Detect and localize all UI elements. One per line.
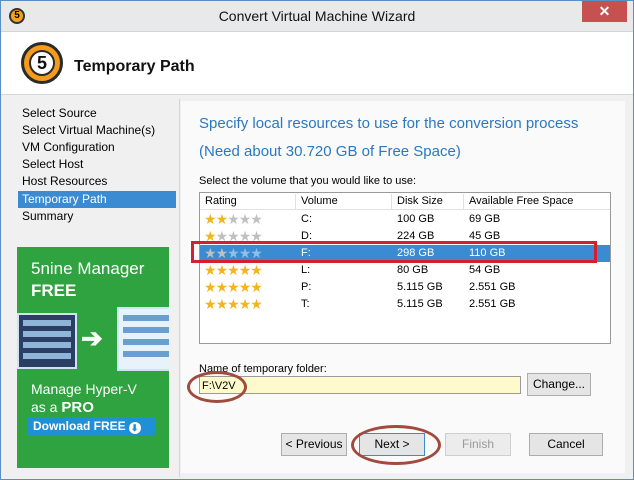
rating-stars-icon: ★★★★★	[204, 296, 263, 312]
column-header-volume[interactable]: Volume	[296, 194, 392, 209]
disk-size-cell: 5.115 GB	[397, 281, 443, 293]
table-row[interactable]: ★★★★★ P: 5.115 GB 2.551 GB	[200, 279, 610, 296]
rating-stars-icon: ★★★★★	[204, 279, 263, 295]
cancel-button[interactable]: Cancel	[529, 433, 603, 456]
table-row[interactable]: ★★★★★ T: 5.115 GB 2.551 GB	[200, 296, 610, 313]
disk-size-cell: 5.115 GB	[397, 298, 443, 310]
promo-free-label: FREE	[31, 281, 77, 300]
wizard-window: 5 Convert Virtual Machine Wizard ✕ 5 Tem…	[0, 0, 634, 480]
nav-item-summary[interactable]: Summary	[18, 208, 176, 225]
table-row[interactable]: ★★★★★ D: 224 GB 45 GB	[200, 228, 610, 245]
promo-title: 5nine Manager	[31, 259, 145, 278]
promo-line1: Manage Hyper-V	[31, 381, 137, 397]
volume-cell: P:	[301, 281, 312, 293]
rating-stars-icon: ★★★★★	[204, 262, 263, 278]
table-header: Rating Volume Disk Size Available Free S…	[200, 193, 610, 210]
next-button[interactable]: Next >	[359, 433, 425, 456]
window-title: Convert Virtual Machine Wizard	[218, 8, 416, 24]
nav-item-host-resources[interactable]: Host Resources	[18, 173, 176, 190]
main-panel: Specify local resources to use for the c…	[181, 101, 625, 473]
rating-stars-icon: ★★★★★	[204, 228, 263, 244]
volume-cell: T:	[301, 298, 310, 310]
step-number-icon: 5	[21, 42, 63, 84]
free-space-cell: 2.551 GB	[469, 281, 516, 293]
nav-item-select-source[interactable]: Select Source	[18, 105, 176, 122]
table-row[interactable]: ★★★★★ L: 80 GB 54 GB	[200, 262, 610, 279]
column-header-free-space[interactable]: Available Free Space	[464, 194, 610, 209]
finish-button: Finish	[445, 433, 511, 456]
temp-folder-label: Name of temporary folder:	[199, 363, 327, 375]
page-title: Temporary Path	[74, 58, 195, 75]
column-header-disk-size[interactable]: Disk Size	[392, 194, 464, 209]
promo-screenshot-icon	[17, 313, 77, 369]
free-space-cell: 69 GB	[469, 213, 501, 225]
title-bar: 5 Convert Virtual Machine Wizard ✕	[1, 1, 633, 32]
table-row[interactable]: ★★★★★ F: 298 GB 110 GB	[200, 245, 610, 262]
nav-item-temporary-path[interactable]: Temporary Path	[18, 191, 176, 208]
nav-item-select-virtual-machines[interactable]: Select Virtual Machine(s)	[18, 122, 176, 139]
rating-stars-icon: ★★★★★	[204, 245, 263, 261]
volume-cell: D:	[301, 230, 312, 242]
temp-folder-input[interactable]	[199, 376, 521, 394]
column-header-rating[interactable]: Rating	[200, 194, 296, 209]
volume-cell: C:	[301, 213, 312, 225]
volume-table[interactable]: Rating Volume Disk Size Available Free S…	[199, 192, 611, 344]
arrow-right-icon: ➔	[81, 323, 103, 353]
promo-banner[interactable]: 5nine Manager FREE ➔ Manage Hyper-V as a…	[17, 247, 169, 468]
free-space-note: (Need about 30.720 GB of Free Space)	[199, 143, 461, 160]
volume-select-label: Select the volume that you would like to…	[199, 175, 417, 187]
previous-button[interactable]: < Previous	[281, 433, 347, 456]
free-space-cell: 2.551 GB	[469, 298, 516, 310]
free-space-cell: 54 GB	[469, 264, 501, 276]
free-space-cell: 110 GB	[469, 247, 506, 259]
sidebar-divider	[179, 99, 180, 477]
disk-size-cell: 224 GB	[397, 230, 435, 242]
nav-item-select-host[interactable]: Select Host	[18, 156, 176, 173]
nav-item-vm-configuration[interactable]: VM Configuration	[18, 139, 176, 156]
free-space-cell: 45 GB	[469, 230, 501, 242]
volume-cell: F:	[301, 247, 311, 259]
disk-size-cell: 298 GB	[397, 247, 435, 259]
rating-stars-icon: ★★★★★	[204, 211, 263, 227]
disk-size-cell: 100 GB	[397, 213, 435, 225]
download-icon: ⬇	[128, 422, 141, 434]
promo-screenshot-icon	[117, 307, 169, 371]
instruction-heading: Specify local resources to use for the c…	[199, 115, 579, 132]
promo-line2: as a PRO	[31, 399, 94, 416]
step-header: 5 Temporary Path	[1, 32, 633, 95]
change-folder-button[interactable]: Change...	[527, 373, 591, 396]
table-row[interactable]: ★★★★★ C: 100 GB 69 GB	[200, 211, 610, 228]
close-button[interactable]: ✕	[582, 1, 627, 22]
download-free-button[interactable]: Download FREE ⬇	[27, 417, 155, 435]
volume-cell: L:	[301, 264, 311, 276]
disk-size-cell: 80 GB	[397, 264, 429, 276]
